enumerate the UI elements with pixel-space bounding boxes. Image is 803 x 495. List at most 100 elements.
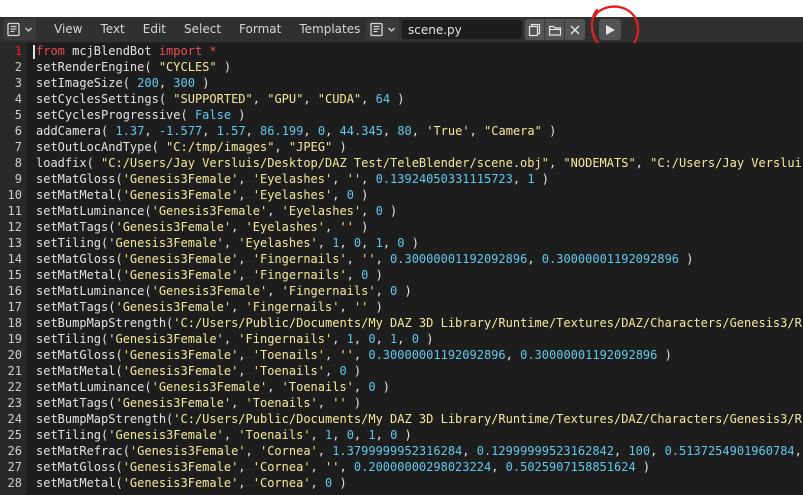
line-number: 10 <box>7 188 22 202</box>
code-line[interactable]: 6 addCamera( 1.37, -1.577, 1.57, 86.199, … <box>0 123 803 139</box>
run-script-button[interactable] <box>599 19 621 40</box>
code-editor[interactable]: 1 from mcjBlendBot import * 2 setRenderEngi… <box>0 43 803 495</box>
code-line[interactable]: 24 setBumpMapStrength('C:/Users/Public/Do… <box>0 411 803 427</box>
code-token: setCyclesProgressive( <box>36 108 195 122</box>
code-token: False <box>194 108 232 122</box>
line-number: 16 <box>7 284 22 298</box>
code-line[interactable]: 28 setMatMetal('Genesis3Female', 'Cornea'… <box>0 475 803 491</box>
code-token: * <box>202 44 217 58</box>
code-line[interactable]: 11 setMatLuminance('Genesis3Female', 'Eye… <box>0 203 803 219</box>
line-number: 11 <box>7 204 22 218</box>
code-token: 1.37 <box>115 124 145 138</box>
code-line[interactable]: 15 setMatMetal('Genesis3Female', 'Fingern… <box>0 267 803 283</box>
code-token: setRenderEngine( <box>36 60 159 74</box>
code-line[interactable]: 18 setBumpMapStrength('C:/Users/Public/Do… <box>0 315 803 331</box>
code-text: setRenderEngine( "CYCLES" ) <box>36 59 231 75</box>
code-token: setMatGloss( <box>36 172 123 186</box>
code-token: 0.20000000298023224 <box>353 460 492 474</box>
code-token: 0 <box>346 428 354 442</box>
code-token: 'Genesis3Female' <box>122 348 239 362</box>
code-token: , <box>144 124 159 138</box>
menu-select[interactable]: Select <box>175 17 230 42</box>
menu-edit[interactable]: Edit <box>134 17 175 42</box>
open-text-button[interactable] <box>545 19 565 40</box>
code-text: setMatMetal('Genesis3Female', 'Cornea', … <box>36 475 347 491</box>
code-line[interactable]: 4 setCyclesSettings( "SUPPORTED", "GPU", … <box>0 91 803 107</box>
code-text: setMatTags('Genesis3Female', 'Fingernail… <box>36 299 383 315</box>
code-token: , <box>245 124 261 138</box>
code-token: ) <box>418 332 434 346</box>
code-token: ) <box>332 140 347 154</box>
code-token: 'Fingernails' <box>252 268 347 282</box>
code-token: 'Eyelashes' <box>245 220 326 234</box>
code-token: ) <box>382 204 398 218</box>
code-line[interactable]: 1 from mcjBlendBot import * <box>0 43 803 59</box>
code-token: , <box>361 236 376 250</box>
text-name-field[interactable] <box>402 20 522 39</box>
code-line[interactable]: 13 setTiling('Genesis3Female', 'Eyelashes… <box>0 235 803 251</box>
code-line[interactable]: 23 setMatTags('Genesis3Female', 'Toenails… <box>0 395 803 411</box>
editor-type-selector[interactable] <box>3 19 36 40</box>
code-line[interactable]: 16 setMatLuminance('Genesis3Female', 'Fin… <box>0 283 803 299</box>
code-line[interactable]: 20 setMatGloss('Genesis3Female', 'Toenail… <box>0 347 803 363</box>
code-token: , <box>158 76 174 90</box>
unlink-text-button[interactable] <box>565 19 585 40</box>
code-token: , <box>223 428 239 442</box>
code-text: setBumpMapStrength('C:/Users/Public/Docu… <box>36 411 803 427</box>
code-line[interactable]: 7 setOutLocAndType( "C:/tmp/images", "JPE… <box>0 139 803 155</box>
menu-view[interactable]: View <box>45 17 91 42</box>
line-number: 28 <box>7 476 22 490</box>
code-token: , <box>223 236 239 250</box>
code-token: , <box>382 236 398 250</box>
menu-format[interactable]: Format <box>230 17 290 42</box>
line-number: 2 <box>14 60 22 74</box>
code-token: , <box>325 220 340 234</box>
menu-text[interactable]: Text <box>91 17 133 42</box>
code-token: ) <box>397 428 412 442</box>
code-line[interactable]: 9 setMatGloss('Genesis3Female', 'Eyelashe… <box>0 171 803 187</box>
code-token: ) <box>194 76 210 90</box>
code-token: , <box>238 460 253 474</box>
code-line[interactable]: 12 setMatTags('Genesis3Female', 'Eyelashe… <box>0 219 803 235</box>
code-line[interactable]: 8 loadfix( "C:/Users/Jay Versluis/Desktop… <box>0 155 803 171</box>
code-line[interactable]: 17 setMatTags('Genesis3Female', 'Fingerna… <box>0 299 803 315</box>
code-token: , <box>353 332 369 346</box>
code-line[interactable]: 19 setTiling('Genesis3Female', 'Fingernai… <box>0 331 803 347</box>
code-line[interactable]: 22 setMatLuminance('Genesis3Female', 'Toe… <box>0 379 803 395</box>
code-line[interactable]: 25 setTiling('Genesis3Female', 'Toenails'… <box>0 427 803 443</box>
code-token: ) <box>353 188 369 202</box>
line-number: 1 <box>14 44 22 58</box>
code-token: setOutLocAndType( <box>36 140 167 154</box>
code-token: 0.30000001192092896 <box>390 252 528 266</box>
code-token: ) <box>679 252 694 266</box>
code-token: addCamera( <box>36 124 116 138</box>
code-text: setOutLocAndType( "C:/tmp/images", "JPEG… <box>36 139 347 155</box>
code-line[interactable]: 26 setMatRefrac('Genesis3Female', 'Cornea… <box>0 443 803 459</box>
close-icon <box>570 25 580 34</box>
code-token: 0 <box>317 124 326 138</box>
new-text-button[interactable] <box>525 19 545 40</box>
code-token: , <box>462 444 477 458</box>
code-text: from mcjBlendBot import * <box>36 43 217 59</box>
code-line[interactable]: 14 setMatGloss('Genesis3Female', 'Fingern… <box>0 251 803 267</box>
code-token: setMatTags( <box>36 300 116 314</box>
code-line[interactable]: 3 setImageSize( 200, 300 ) <box>0 75 803 91</box>
code-token: '' <box>346 172 362 186</box>
line-number: 3 <box>14 76 22 90</box>
code-token: ) <box>397 284 412 298</box>
code-token: 'Genesis3Female' <box>122 364 239 378</box>
browse-text-button[interactable] <box>366 19 399 40</box>
code-text: setCyclesSettings( "SUPPORTED", "GPU", "… <box>36 91 405 107</box>
code-line[interactable]: 27 setMatGloss('Genesis3Female', 'Cornea'… <box>0 459 803 475</box>
code-text: setMatLuminance('Genesis3Female', 'Eyela… <box>36 203 397 219</box>
code-token: 100 <box>628 444 651 458</box>
code-line[interactable]: 2 setRenderEngine( "CYCLES" ) <box>0 59 803 75</box>
code-line[interactable]: 21 setMatMetal('Genesis3Female', 'Toenail… <box>0 363 803 379</box>
menu-templates[interactable]: Templates <box>290 17 369 42</box>
code-token: 'Genesis3Female' <box>122 476 239 490</box>
code-token: "GPU" <box>267 92 304 106</box>
code-line[interactable]: 10 setMatMetal('Genesis3Female', 'Eyelash… <box>0 187 803 203</box>
code-token: 0.13924050331115723 <box>375 172 513 186</box>
code-text: setImageSize( 200, 300 ) <box>36 75 209 91</box>
code-line[interactable]: 5 setCyclesProgressive( False ) <box>0 107 803 123</box>
